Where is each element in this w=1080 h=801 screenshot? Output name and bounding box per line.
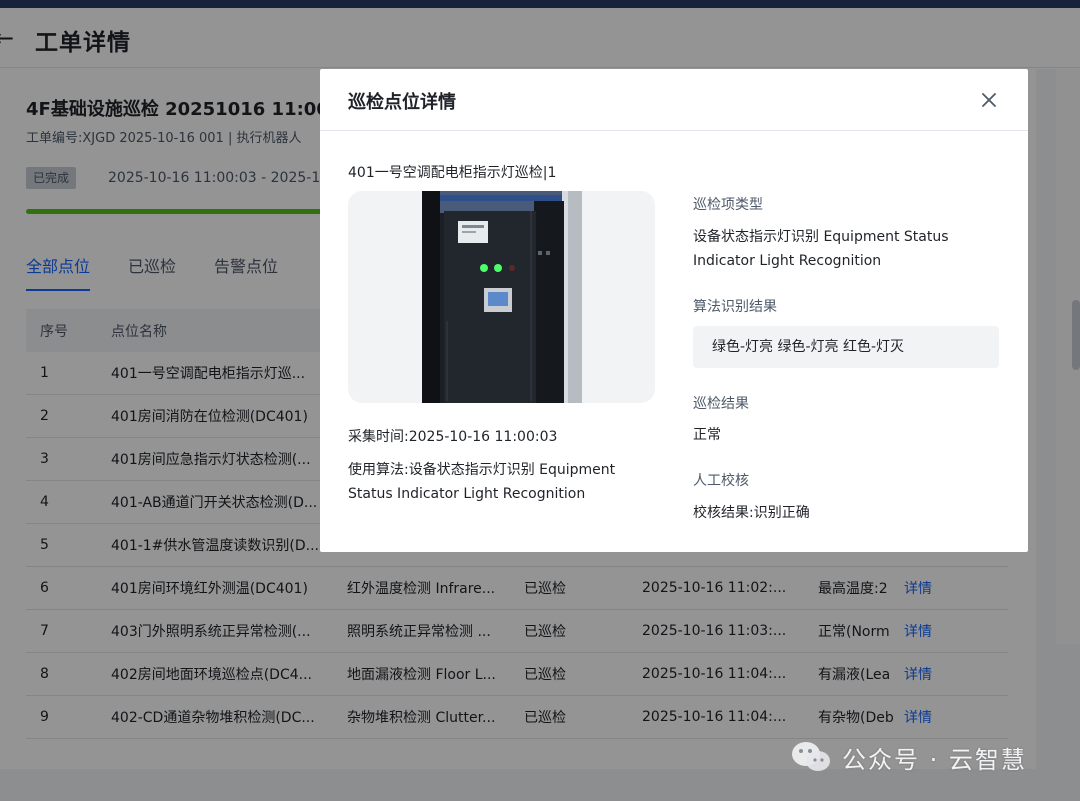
point-detail-modal: 巡检点位详情 401一号空调配电柜指示灯巡检|1 采集时间:2025-10-16… (320, 69, 1028, 552)
inspect-result-label: 巡检结果 (693, 396, 749, 412)
algo-result-value: 绿色-灯亮 绿色-灯亮 红色-灯灭 (693, 326, 999, 368)
photo-container (348, 191, 655, 403)
top-bar (0, 0, 1080, 8)
collect-time: 采集时间:2025-10-16 11:00:03 (348, 429, 558, 445)
algo-result-label: 算法识别结果 (693, 299, 777, 315)
watermark: 公众号 · 云智慧 (790, 737, 1027, 777)
item-type-value: 设备状态指示灯识别 Equipment Status Indicator Lig… (693, 229, 949, 269)
close-icon[interactable] (978, 89, 1000, 111)
cabinet-photo[interactable] (422, 191, 582, 403)
algorithm-used: 使用算法:设备状态指示灯识别 Equipment Status Indicato… (348, 462, 616, 502)
manual-check-value: 校核结果:识别正确 (693, 505, 810, 521)
point-name: 401一号空调配电柜指示灯巡检|1 (348, 165, 557, 181)
item-type-label: 巡检项类型 (693, 197, 763, 213)
inspect-result-value: 正常 (693, 427, 721, 443)
modal-header: 巡检点位详情 (320, 69, 1028, 131)
modal-title: 巡检点位详情 (348, 92, 456, 113)
watermark-text: 公众号 · 云智慧 (842, 745, 1027, 774)
wechat-icon (792, 742, 830, 771)
manual-check-label: 人工校核 (693, 473, 749, 489)
